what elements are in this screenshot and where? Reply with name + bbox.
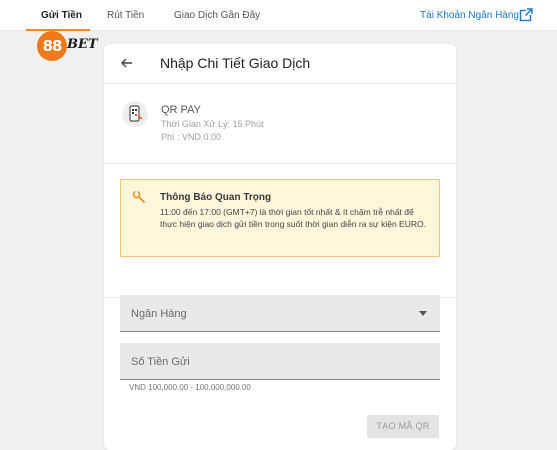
page-title: Nhập Chi Tiết Giao Dịch [160, 55, 311, 71]
tab-recent-transactions[interactable]: Giao Dịch Gần Đây [174, 10, 260, 21]
logo-text: BET [67, 37, 98, 52]
notice-body: 11:00 đến 17:00 (GMT+7) là thời gian tốt… [160, 207, 426, 229]
top-navigation: Gửi Tiền Rút Tiền Giao Dịch Gần Đây Tài … [0, 0, 557, 31]
bank-select[interactable]: Ngân Hàng [120, 295, 440, 332]
amount-input[interactable]: Số Tiền Gửi [120, 343, 440, 380]
arrow-left-icon[interactable] [119, 55, 135, 71]
important-notice: Thông Báo Quan Trọng 11:00 đến 17:00 (GM… [120, 179, 440, 257]
processing-time: Thời Gian Xử Lý: 15 Phút [161, 119, 264, 129]
tab-withdraw[interactable]: Rút Tiền [107, 10, 144, 21]
create-qr-button[interactable]: TẠO MÃ QR [367, 415, 439, 438]
bank-select-label: Ngân Hàng [131, 308, 187, 320]
qr-phone-icon [122, 101, 148, 127]
fee: Phí : VND 0.00 [161, 132, 222, 142]
brand-logo: 88 BET [37, 31, 99, 61]
caret-down-icon [419, 311, 427, 316]
card-header: Nhập Chi Tiết Giao Dịch [104, 44, 456, 84]
amount-range-hint: VND 100,000.00 - 100,000,000.00 [129, 383, 251, 392]
tab-deposit[interactable]: Gửi Tiền [41, 10, 82, 21]
notice-title: Thông Báo Quan Trọng [160, 192, 272, 203]
payment-method-name: QR PAY [161, 104, 201, 116]
payment-method: QR PAY Thời Gian Xử Lý: 15 Phút Phí : VN… [104, 84, 456, 164]
transaction-card: Nhập Chi Tiết Giao Dịch QR PAY Thời Gian… [104, 44, 456, 450]
notice-section: Thông Báo Quan Trọng 11:00 đến 17:00 (GM… [104, 164, 456, 298]
external-link-icon[interactable] [519, 8, 533, 22]
wrench-icon [132, 190, 146, 204]
bank-account-link[interactable]: Tài Khoản Ngân Hàng [420, 10, 519, 21]
logo-number: 88 [37, 31, 67, 61]
amount-input-label: Số Tiền Gửi [131, 356, 190, 368]
